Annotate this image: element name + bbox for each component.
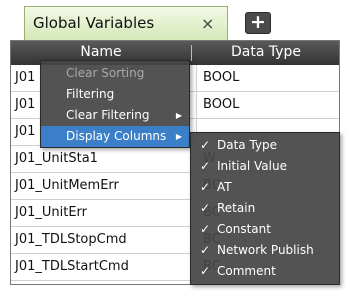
menu-item-label: Clear Sorting: [66, 66, 145, 80]
checkmark-icon: ✓: [200, 243, 211, 257]
display-columns-submenu: ✓ Data Type ✓ Initial Value ✓ AT ✓ Retai…: [190, 132, 340, 285]
checkmark-icon: ✓: [200, 264, 211, 278]
name-cell[interactable]: J01_TDLStopCmd: [11, 227, 197, 253]
menu-item-constant[interactable]: ✓ Constant: [191, 219, 339, 240]
menu-item-comment[interactable]: ✓ Comment: [191, 261, 339, 282]
column-context-menu: Clear Sorting Filtering Clear Filtering …: [40, 60, 190, 148]
menu-item-label: Constant: [217, 222, 271, 236]
menu-item-filtering[interactable]: Filtering: [41, 84, 189, 105]
menu-item-clear-filtering[interactable]: Clear Filtering ▶: [41, 105, 189, 126]
checkmark-icon: ✓: [200, 222, 211, 236]
menu-item-label: Comment: [217, 264, 276, 278]
data-type-cell[interactable]: BOOL: [197, 65, 341, 91]
tab-title: Global Variables: [33, 14, 155, 32]
name-cell[interactable]: J01_UnitMemErr: [11, 173, 197, 199]
column-separator[interactable]: [191, 45, 192, 61]
close-icon[interactable]: ×: [201, 14, 214, 33]
checkmark-icon: ✓: [200, 180, 211, 194]
menu-item-label: AT: [217, 180, 232, 194]
menu-item-display-columns[interactable]: Display Columns ▶: [41, 126, 189, 147]
name-cell[interactable]: J01_UnitErr: [11, 200, 197, 226]
menu-item-label: Clear Filtering: [66, 108, 150, 122]
menu-item-label: Initial Value: [217, 159, 287, 173]
checkmark-icon: ✓: [200, 159, 211, 173]
column-header-data-type[interactable]: Data Type: [193, 41, 339, 65]
menu-item-label: Network Publish: [217, 243, 314, 257]
tab-strip: Global Variables × +: [0, 0, 346, 40]
menu-item-retain[interactable]: ✓ Retain: [191, 198, 339, 219]
menu-item-label: Filtering: [66, 87, 115, 101]
data-type-cell[interactable]: BOOL: [197, 92, 341, 118]
add-tab-button[interactable]: +: [245, 12, 271, 34]
name-cell[interactable]: J01_UnitSta1: [11, 146, 197, 172]
checkmark-icon: ✓: [200, 138, 211, 152]
menu-item-label: Retain: [217, 201, 256, 215]
menu-item-data-type[interactable]: ✓ Data Type: [191, 135, 339, 156]
menu-item-at[interactable]: ✓ AT: [191, 177, 339, 198]
submenu-arrow-icon: ▶: [175, 132, 182, 141]
menu-item-initial-value[interactable]: ✓ Initial Value: [191, 156, 339, 177]
checkmark-icon: ✓: [200, 201, 211, 215]
name-cell[interactable]: J01_TDLStartCmd: [11, 254, 197, 280]
submenu-arrow-icon: ▶: [175, 111, 182, 120]
menu-item-network-publish[interactable]: ✓ Network Publish: [191, 240, 339, 261]
menu-item-label: Display Columns: [66, 129, 167, 143]
menu-item-label: Data Type: [217, 138, 278, 152]
tab-global-variables[interactable]: Global Variables ×: [24, 6, 228, 40]
menu-item-clear-sorting[interactable]: Clear Sorting: [41, 63, 189, 84]
